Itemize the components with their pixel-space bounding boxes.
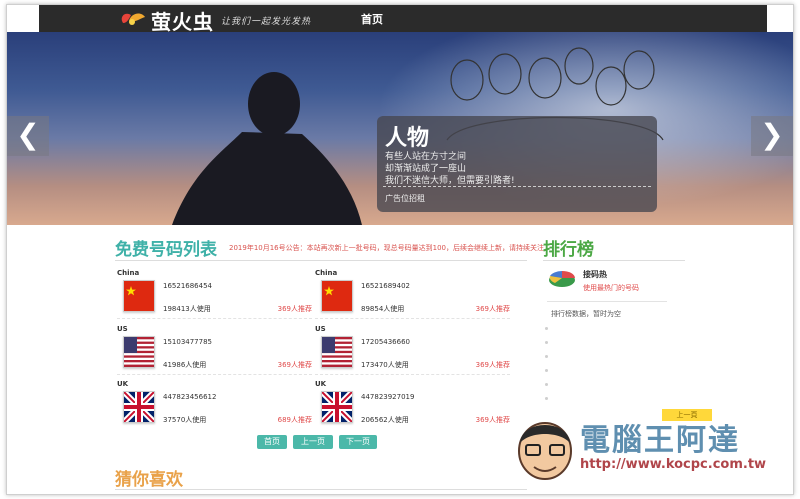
guess-underline: [115, 489, 527, 490]
usage-count: 89854人使用: [361, 305, 405, 313]
banner-title: 人物: [385, 126, 430, 151]
ranking-divider: [547, 301, 667, 302]
number-item[interactable]: UK 447823927019 206562人使用 369人推荐: [315, 380, 510, 435]
recommend-count: 689人推荐: [277, 416, 312, 424]
phone-number[interactable]: 447823927019: [361, 393, 414, 401]
phone-number[interactable]: 16521689402: [361, 282, 410, 290]
uk-flag-icon: [123, 391, 155, 423]
us-flag-icon: [123, 336, 155, 368]
top-navbar: 萤火虫 让我们一起发光发热 首页: [39, 5, 767, 34]
country-label: China: [117, 269, 140, 277]
dot: [545, 383, 548, 386]
site-logo[interactable]: 萤火虫 让我们一起发光发热: [119, 7, 319, 34]
logo-slogan: 让我们一起发光发热: [221, 17, 312, 27]
usage-count: 41986人使用: [163, 361, 207, 369]
browser-frame: 萤火虫 让我们一起发光发热 首页 ❮ ❯ 人物 有些人站在方寸之间 却渐渐站成了…: [6, 4, 794, 495]
dot: [545, 341, 548, 344]
phone-number[interactable]: 15103477785: [163, 338, 212, 346]
item-divider: [315, 318, 510, 319]
caption-divider: [383, 186, 651, 187]
phone-number[interactable]: 16521686454: [163, 282, 212, 290]
number-item[interactable]: US 17205436660 173470人使用 369人推荐: [315, 325, 510, 380]
carousel-prev-button[interactable]: ❮: [7, 116, 49, 156]
pager-first-button[interactable]: 首页: [257, 435, 287, 449]
country-label: UK: [315, 380, 327, 388]
item-divider: [117, 318, 312, 319]
ranking-underline: [543, 260, 685, 261]
us-flag-icon: [321, 336, 353, 368]
ranking-title: 排行榜: [543, 240, 594, 260]
number-item[interactable]: China 16521686454 198413人使用 369人推荐: [117, 269, 312, 324]
numbers-title-underline: [115, 260, 527, 261]
banner-caption: 人物 有些人站在方寸之间 却渐渐站成了一座山 我们不迷信大师，但需要引路者! 广…: [377, 116, 657, 212]
item-divider: [315, 374, 510, 375]
number-item[interactable]: UK 447823456612 37570人使用 689人推荐: [117, 380, 312, 435]
ranking-hot-desc: 使用最热门的号码: [583, 284, 639, 292]
logo-text: 萤火虫: [151, 10, 214, 34]
nav-home-link[interactable]: 首页: [361, 11, 383, 27]
watermark: 上一頁 電腦王阿達 http://www.kocpc.com.tw: [512, 409, 777, 487]
firefly-icon: [121, 13, 145, 25]
ranking-hot-title[interactable]: 接码热: [583, 269, 607, 280]
pager-prev-button[interactable]: 上一页: [293, 435, 333, 449]
usage-count: 206562人使用: [361, 416, 409, 424]
country-label: US: [117, 325, 128, 333]
recommend-count: 369人推荐: [475, 416, 510, 424]
pie-chart-icon: [549, 271, 575, 287]
china-flag-icon: [123, 280, 155, 312]
ranking-empty-text: 排行榜数据，暂时为空: [551, 310, 621, 318]
usage-count: 37570人使用: [163, 416, 207, 424]
pager-next-button[interactable]: 下一页: [339, 435, 377, 449]
recommend-count: 369人推荐: [475, 361, 510, 369]
dot: [545, 369, 548, 372]
phone-number[interactable]: 447823456612: [163, 393, 216, 401]
item-divider: [117, 374, 312, 375]
country-label: China: [315, 269, 338, 277]
dot: [545, 327, 548, 330]
recommend-count: 369人推荐: [277, 305, 312, 313]
banner-ad-link[interactable]: 广告位招租: [385, 193, 425, 204]
numbers-title: 免费号码列表: [115, 240, 217, 260]
phone-number[interactable]: 17205436660: [361, 338, 410, 346]
banner-line-3: 我们不迷信大师，但需要引路者!: [385, 176, 515, 186]
dot: [545, 397, 548, 400]
usage-count: 198413人使用: [163, 305, 211, 313]
carousel-next-button[interactable]: ❯: [751, 116, 793, 156]
mascot-face-icon: [518, 422, 572, 480]
recommend-count: 369人推荐: [277, 361, 312, 369]
country-label: UK: [117, 380, 129, 388]
hero-carousel: ❮ ❯ 人物 有些人站在方寸之间 却渐渐站成了一座山 我们不迷信大师，但需要引路…: [7, 32, 793, 225]
number-item[interactable]: US 15103477785 41986人使用 369人推荐: [117, 325, 312, 380]
recommend-count: 369人推荐: [475, 305, 510, 313]
number-item[interactable]: China 16521689402 89854人使用 369人推荐: [315, 269, 510, 324]
country-label: US: [315, 325, 326, 333]
watermark-url: http://www.kocpc.com.tw: [580, 457, 767, 472]
watermark-text: 電腦王阿達: [580, 423, 740, 458]
usage-count: 173470人使用: [361, 361, 409, 369]
guess-you-like-title: 猜你喜欢: [115, 470, 183, 490]
notice-text: 2019年10月16号公告：本站再次新上一批号码，现总号码量达到100，后续会继…: [229, 244, 544, 252]
uk-flag-icon: [321, 391, 353, 423]
dot: [545, 355, 548, 358]
china-flag-icon: [321, 280, 353, 312]
person-silhouette: [172, 72, 362, 225]
